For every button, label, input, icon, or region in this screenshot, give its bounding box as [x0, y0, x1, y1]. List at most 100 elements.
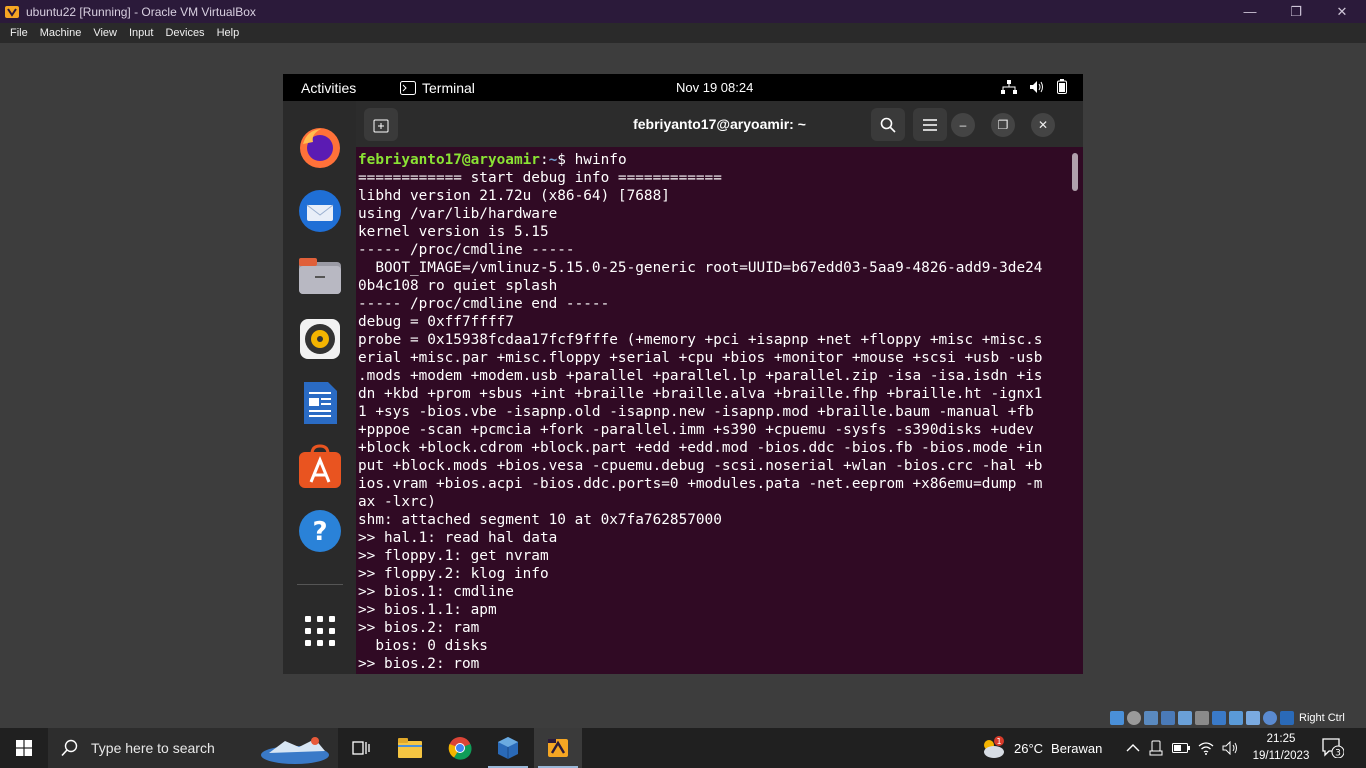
- terminal-window[interactable]: febriyanto17@aryoamir: ~ – ❐ ✕ febriyant…: [356, 101, 1083, 674]
- close-window-button[interactable]: ✕: [1319, 0, 1365, 23]
- virtualbox-titlebar: ubuntu22 [Running] - Oracle VM VirtualBo…: [0, 0, 1366, 23]
- guest-screen[interactable]: Activities Terminal Nov 19 08:24 ? febri…: [283, 74, 1083, 674]
- weather-alert-badge: 1: [996, 737, 1001, 746]
- chrome-icon: [448, 737, 472, 760]
- folder-icon: [398, 738, 422, 758]
- cpu-icon[interactable]: [1246, 711, 1260, 725]
- menu-input[interactable]: Input: [123, 27, 159, 39]
- terminal-line: >> bios.2: ram: [358, 620, 480, 636]
- terminal-line: 1 +sys -bios.vbe -isapnp.old -isapnp.new…: [358, 404, 1034, 420]
- display-icon[interactable]: [1212, 711, 1226, 725]
- terminal-line: ax -lxrc): [358, 494, 436, 510]
- weather-widget[interactable]: 1 26°C Berawan: [980, 728, 1102, 768]
- window-minimize-button[interactable]: –: [951, 113, 975, 137]
- clock-time: 21:25: [1266, 733, 1296, 745]
- terminal-scrollbar[interactable]: [1072, 153, 1078, 191]
- terminal-output[interactable]: febriyanto17@aryoamir:~$ hwinfo =========…: [358, 151, 1070, 674]
- mouse-integration-icon[interactable]: [1263, 711, 1277, 725]
- menu-help[interactable]: Help: [211, 27, 246, 39]
- prompt-separator: :: [539, 152, 549, 168]
- dock-separator: [297, 584, 343, 585]
- window-close-button[interactable]: ✕: [1031, 113, 1055, 137]
- host-key-label: Right Ctrl: [1299, 712, 1345, 724]
- terminal-line: shm: attached segment 10 at 0x7fa7628570…: [358, 512, 722, 528]
- libreoffice-writer-icon[interactable]: [297, 380, 343, 426]
- menu-file[interactable]: File: [4, 27, 34, 39]
- terminal-headerbar: febriyanto17@aryoamir: ~ – ❐ ✕: [356, 101, 1083, 147]
- chrome-button[interactable]: [436, 728, 484, 768]
- speaker-icon[interactable]: [1222, 741, 1240, 755]
- taskbar-search-box[interactable]: Type here to search: [48, 728, 338, 768]
- task-view-button[interactable]: [337, 728, 385, 768]
- terminal-line: +pppoe -scan +pcmcia +fork -parallel.imm…: [358, 422, 1034, 438]
- network-adapter-icon[interactable]: [1161, 711, 1175, 725]
- rhythmbox-icon[interactable]: [297, 316, 343, 362]
- prompt-line: febriyanto17@aryoamir:~$ hwinfo: [358, 151, 1070, 169]
- terminal-line: >> floppy.1: get nvram: [358, 548, 549, 564]
- taskbar-clock[interactable]: 21:25 19/11/2023: [1246, 731, 1316, 765]
- gnome-clock[interactable]: Nov 19 08:24: [676, 80, 753, 95]
- minimize-button[interactable]: —: [1227, 0, 1273, 23]
- weather-description: Berawan: [1051, 740, 1103, 756]
- volume-icon: [1030, 80, 1043, 93]
- activities-button[interactable]: Activities: [301, 80, 356, 96]
- audio-icon[interactable]: [1144, 711, 1158, 725]
- virtualbox-status-bar: Right Ctrl: [1110, 709, 1366, 727]
- search-icon: [61, 739, 78, 757]
- virtualbox-menubar: File Machine View Input Devices Help: [0, 23, 1366, 43]
- terminal-line: debug = 0xff7ffff7: [358, 314, 514, 330]
- window-maximize-button[interactable]: ❐: [991, 113, 1015, 137]
- menu-machine[interactable]: Machine: [34, 27, 88, 39]
- terminal-line: >> bios.1.1: apm: [358, 602, 497, 618]
- start-button[interactable]: [0, 728, 48, 768]
- notification-count: 3: [1335, 749, 1341, 759]
- app-menu[interactable]: Terminal: [400, 80, 475, 96]
- terminal-line: using /var/lib/hardware: [358, 206, 558, 222]
- virtualbox-logo-icon: [5, 5, 19, 18]
- notification-center-button[interactable]: 3: [1322, 738, 1345, 763]
- search-highlight-illustration-icon: [260, 737, 329, 764]
- terminal-line: probe = 0x15938fcdaa17fcf9fffe (+memory …: [358, 332, 1043, 348]
- menu-devices[interactable]: Devices: [159, 27, 210, 39]
- chevron-up-icon[interactable]: [1126, 743, 1140, 753]
- vm-window-button[interactable]: [534, 728, 582, 768]
- restore-button[interactable]: ❐: [1273, 0, 1319, 23]
- files-icon[interactable]: [297, 252, 343, 298]
- command-text: hwinfo: [574, 152, 627, 168]
- wifi-icon[interactable]: [1198, 741, 1214, 755]
- terminal-line: >> floppy.2: klog info: [358, 566, 549, 582]
- file-explorer-button[interactable]: [386, 728, 434, 768]
- cloudy-weather-icon: 1: [984, 736, 1004, 758]
- terminal-line: libhd version 21.72u (x86-64) [7688]: [358, 188, 670, 204]
- search-button[interactable]: [871, 108, 905, 141]
- show-apps-icon[interactable]: [297, 608, 343, 654]
- menu-view[interactable]: View: [87, 27, 123, 39]
- ubuntu-software-icon[interactable]: [297, 444, 343, 490]
- gnome-top-bar: Activities Terminal Nov 19 08:24: [283, 74, 1083, 101]
- usb-device-icon[interactable]: [1148, 740, 1164, 756]
- keyboard-capture-icon[interactable]: [1280, 711, 1294, 725]
- shared-folders-icon[interactable]: [1195, 711, 1209, 725]
- notification-icon: 3: [1322, 738, 1345, 759]
- terminal-line: ----- /proc/cmdline -----: [358, 242, 575, 258]
- battery-icon[interactable]: [1172, 742, 1190, 754]
- help-icon[interactable]: ?: [297, 508, 343, 554]
- terminal-small-icon: [400, 81, 416, 95]
- terminal-line: ----- /proc/cmdline end -----: [358, 296, 610, 312]
- recording-icon[interactable]: [1229, 711, 1243, 725]
- terminal-line: ios.vram +bios.acpi -bios.ddc.ports=0 +m…: [358, 476, 1043, 492]
- virtualbox-manager-button[interactable]: [484, 728, 532, 768]
- system-menu[interactable]: [1001, 79, 1067, 94]
- usb-icon[interactable]: [1178, 711, 1192, 725]
- terminal-line: >> bios.2: rom: [358, 656, 480, 672]
- hamburger-menu-button[interactable]: [913, 108, 947, 141]
- windows-logo-icon: [16, 740, 32, 756]
- search-placeholder: Type here to search: [91, 740, 215, 756]
- hard-disk-icon[interactable]: [1110, 711, 1124, 725]
- terminal-line: erial +misc.par +misc.floppy +serial +cp…: [358, 350, 1043, 366]
- clock-date: 19/11/2023: [1252, 750, 1310, 762]
- thunderbird-icon[interactable]: [297, 188, 343, 234]
- app-menu-label: Terminal: [422, 80, 475, 96]
- optical-drive-icon[interactable]: [1127, 711, 1141, 725]
- firefox-icon[interactable]: [297, 124, 343, 170]
